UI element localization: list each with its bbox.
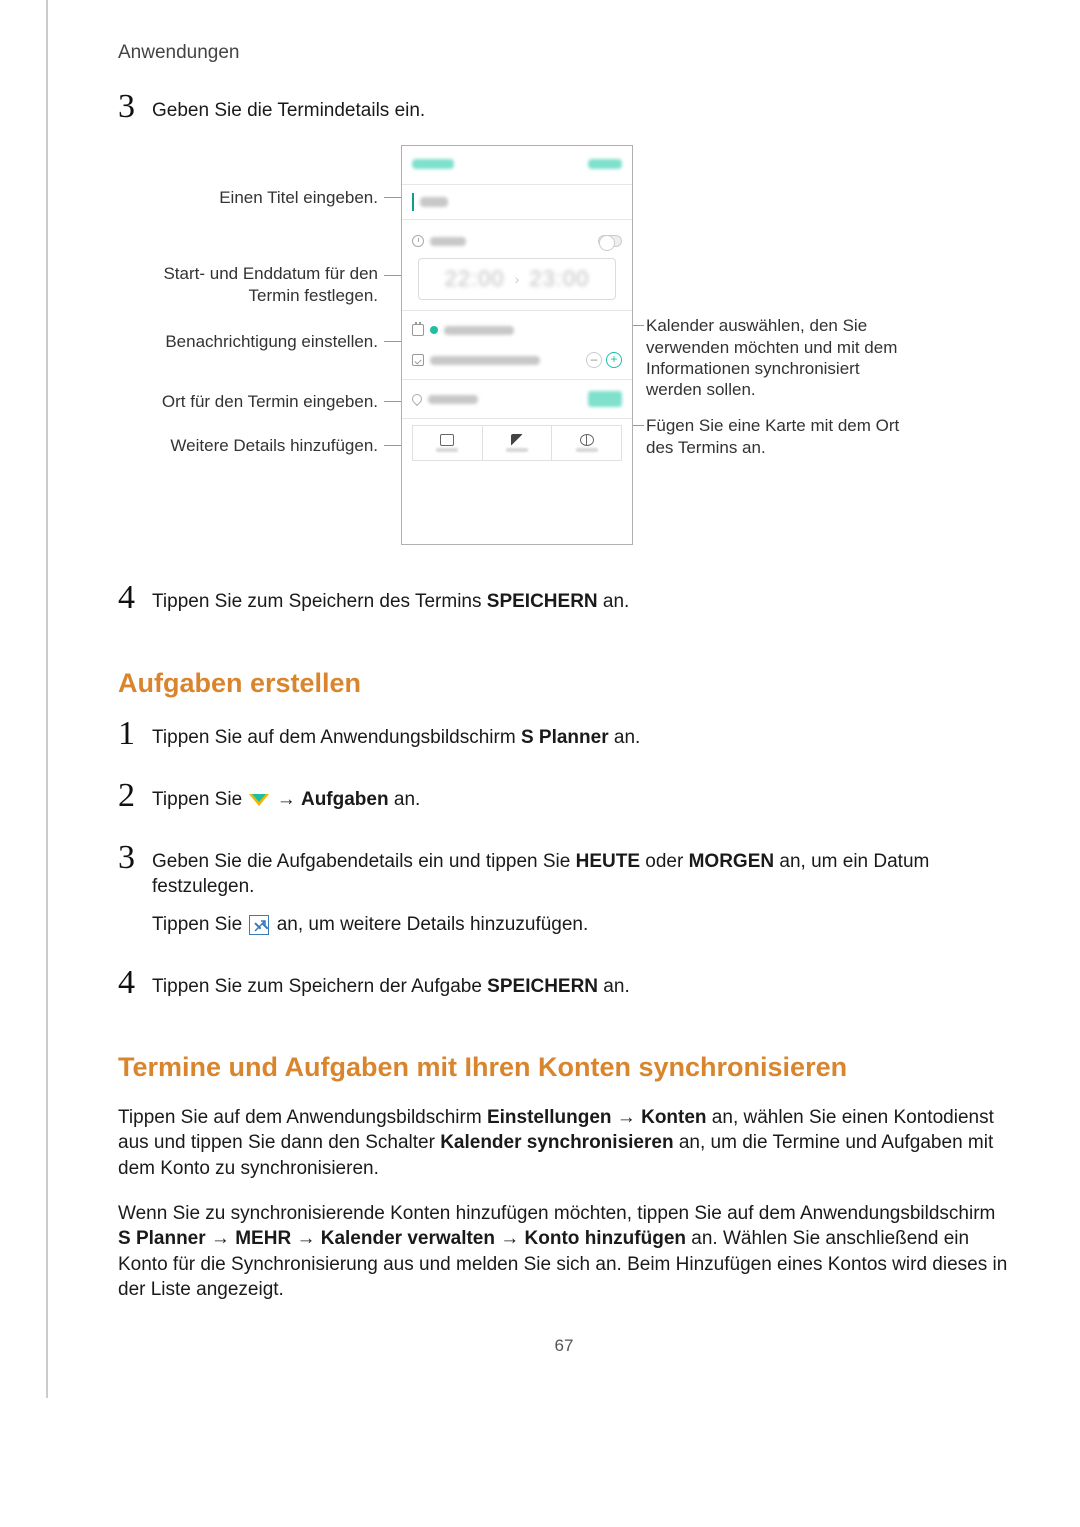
step-number: 1 <box>118 717 152 751</box>
callout-notify: Benachrichtigung einstellen. <box>118 331 378 352</box>
step-number: 3 <box>118 841 152 875</box>
tool-timezone[interactable] <box>552 426 621 460</box>
step-text: Tippen Sie zum Speichern des Termins SPE… <box>152 589 1010 615</box>
repeat-icon <box>440 434 454 446</box>
pencil-icon <box>511 434 523 446</box>
step-number: 3 <box>118 90 152 124</box>
callout-calendar: Kalender auswählen, den Sie verwenden mö… <box>646 315 906 400</box>
reminder-plus-button[interactable]: + <box>606 352 622 368</box>
step-number: 4 <box>118 966 152 1000</box>
location-placeholder-blur <box>428 395 478 404</box>
all-day-label-blur <box>430 237 466 246</box>
step-number: 4 <box>118 581 152 615</box>
step-text-line1: Geben Sie die Aufgabendetails ein und ti… <box>152 849 1010 900</box>
breadcrumb: Anwendungen <box>118 40 1010 74</box>
calendar-icon <box>412 324 424 336</box>
step-text: Tippen Sie → Aufgaben an. <box>152 787 1010 813</box>
expand-details-icon <box>249 915 269 935</box>
cancel-button-blur[interactable] <box>412 159 454 169</box>
s2-step-1: 1 Tippen Sie auf dem Anwendungsbildschir… <box>118 721 1010 763</box>
globe-icon <box>580 434 594 446</box>
page-number: 67 <box>118 1335 1010 1358</box>
step-3-enter-details: 3 Geben Sie die Termindetails ein. <box>118 94 1010 136</box>
reminder-icon <box>412 354 424 366</box>
calendar-picker-row[interactable] <box>412 319 622 341</box>
sync-paragraph-2: Wenn Sie zu synchronisierende Konten hin… <box>118 1201 1010 1304</box>
step-text: Tippen Sie zum Speichern der Aufgabe SPE… <box>152 974 1010 1000</box>
heading-sync: Termine und Aufgaben mit Ihren Konten sy… <box>118 1049 1010 1085</box>
callout-more: Weitere Details hinzufügen. <box>118 435 378 456</box>
callout-dates: Start- und Enddatum für den Termin festl… <box>118 263 378 306</box>
s2-step-4: 4 Tippen Sie zum Speichern der Aufgabe S… <box>118 970 1010 1012</box>
reminder-row[interactable]: – + <box>412 349 622 371</box>
end-time: 23:00 <box>519 264 599 294</box>
start-time: 22:00 <box>435 264 515 294</box>
reminder-minus-button[interactable]: – <box>586 352 602 368</box>
time-range[interactable]: 22:00 › 23:00 <box>418 258 616 300</box>
details-toolbar <box>412 425 622 461</box>
all-day-toggle[interactable] <box>598 235 622 247</box>
step-text: Tippen Sie auf dem Anwendungsbildschirm … <box>152 725 1010 751</box>
calendar-color-dot <box>430 326 438 334</box>
location-pin-icon <box>410 392 424 406</box>
step-text: Geben Sie die Termindetails ein. <box>152 98 1010 124</box>
step-4-save: 4 Tippen Sie zum Speichern des Termins S… <box>118 585 1010 627</box>
reminder-label-blur <box>430 356 540 365</box>
text-cursor <box>412 193 414 211</box>
callout-map: Fügen Sie eine Karte mit dem Ort des Ter… <box>646 415 906 458</box>
callout-title: Einen Titel eingeben. <box>118 187 378 208</box>
save-button-blur[interactable] <box>588 159 622 169</box>
tool-repeat[interactable] <box>413 426 483 460</box>
step-text-line2: Tippen Sie an, um weitere Details hinzuz… <box>152 912 1010 938</box>
tool-note[interactable] <box>483 426 553 460</box>
s2-step-2: 2 Tippen Sie → Aufgaben an. <box>118 783 1010 825</box>
all-day-row <box>412 230 622 252</box>
title-input-row[interactable] <box>412 191 622 213</box>
calendar-name-blur <box>444 326 514 335</box>
dropdown-triangle-icon <box>249 794 269 806</box>
heading-aufgaben-erstellen: Aufgaben erstellen <box>118 665 1010 701</box>
phone-mock: 22:00 › 23:00 – + <box>401 145 633 545</box>
map-button[interactable] <box>588 391 622 407</box>
clock-icon <box>412 235 424 247</box>
termindetails-figure: Einen Titel eingeben. Start- und Enddatu… <box>118 145 958 555</box>
title-placeholder-blur <box>420 197 448 207</box>
sync-paragraph-1: Tippen Sie auf dem Anwendungsbildschirm … <box>118 1105 1010 1182</box>
s2-step-3: 3 Geben Sie die Aufgabendetails ein und … <box>118 845 1010 950</box>
step-number: 2 <box>118 779 152 813</box>
callout-place: Ort für den Termin eingeben. <box>118 391 378 412</box>
location-row[interactable] <box>412 388 622 410</box>
